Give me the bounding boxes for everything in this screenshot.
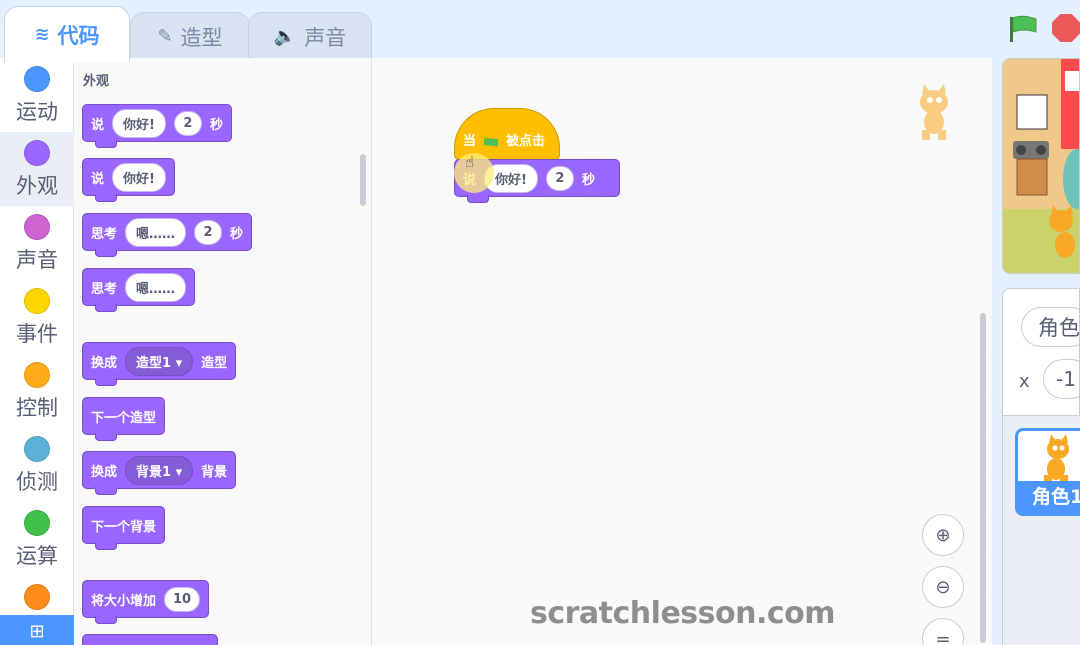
sprite-name-field[interactable]: 角色 [1021, 307, 1080, 347]
palette-section-title: 外观 [83, 74, 110, 89]
block-text-input[interactable]: 你好! [112, 162, 166, 192]
brush-icon: ✎ [157, 26, 173, 47]
tab-sounds[interactable]: 🔈 声音 [248, 12, 372, 60]
tab-code[interactable]: ≋ 代码 [4, 6, 130, 62]
block-text: 下一个造型 [91, 410, 157, 426]
block-text: 下一个背景 [91, 519, 157, 535]
hand-cursor-icon: ☝ [465, 153, 475, 171]
x-label: x [1019, 371, 1030, 392]
category-label: 外观 [16, 174, 58, 198]
zoom-in-icon: ⊕ [935, 524, 951, 546]
block-next-costume[interactable]: 下一个造型 [82, 397, 166, 441]
category-dot [24, 436, 50, 462]
block-say-for-secs[interactable]: 说 你好! 2 秒 [82, 104, 232, 148]
category-motion[interactable]: 运动 [0, 58, 74, 132]
category-dot [24, 214, 50, 240]
category-label: 侦测 [16, 470, 58, 494]
category-control[interactable]: 控制 [0, 354, 74, 428]
hat-text: 当 [463, 134, 477, 149]
block-next-backdrop[interactable]: 下一个背景 [82, 506, 166, 550]
zoom-reset-icon: = [935, 628, 951, 645]
block-number-input[interactable]: 2 [194, 219, 223, 245]
category-label: 事件 [16, 322, 58, 346]
block-text: 换成 [91, 355, 118, 371]
add-extension-button[interactable]: ⊞ [0, 615, 74, 645]
watermark: scratchlesson.com [530, 596, 836, 631]
zoom-out-button[interactable]: ⊖ [922, 566, 964, 608]
block-text: 秒 [230, 226, 244, 242]
block-text: 秒 [581, 172, 595, 188]
block-number-input[interactable]: 10 [164, 586, 201, 612]
block-switch-backdrop[interactable]: 换成 背景1 ▾ 背景 [82, 451, 237, 495]
block-switch-costume[interactable]: 换成 造型1 ▾ 造型 [82, 342, 237, 386]
sprite-list-pane: 角色1 [1002, 416, 1080, 645]
category-menu: 运动 外观 声音 事件 控制 侦测 运算 ⊞ [0, 58, 74, 645]
block-say[interactable]: 说 你好! [82, 158, 175, 202]
speaker-icon: 🔈 [273, 26, 297, 47]
category-events[interactable]: 事件 [0, 280, 74, 354]
category-label: 运算 [16, 544, 58, 568]
block-text: 说 [91, 117, 105, 133]
category-looks[interactable]: 外观 [0, 132, 74, 206]
block-text: 换成 [91, 464, 118, 480]
block-think[interactable]: 思考 嗯…… [82, 268, 196, 312]
block-text: 说 [91, 171, 105, 187]
category-label: 声音 [16, 248, 58, 272]
category-label: 运动 [16, 100, 58, 124]
green-flag-icon [484, 138, 499, 149]
code-icon: ≋ [34, 24, 50, 45]
script-area-scrollbar[interactable] [980, 313, 986, 643]
sprite-tile[interactable]: 角色1 [1015, 428, 1080, 516]
block-partial[interactable] [82, 634, 218, 645]
block-text-input[interactable]: 你好! [112, 108, 166, 138]
block-think-for-secs[interactable]: 思考 嗯…… 2 秒 [82, 213, 253, 257]
block-text: 背景 [201, 464, 228, 480]
category-dot [24, 362, 50, 388]
hat-text: 被点击 [506, 134, 546, 149]
block-number-input[interactable]: 2 [545, 165, 574, 191]
category-dot [24, 510, 50, 536]
tab-code-label: 代码 [57, 23, 100, 48]
zoom-reset-button[interactable]: = [922, 618, 964, 645]
category-dot [24, 140, 50, 166]
block-text: 将大小增加 [91, 593, 157, 609]
category-dot [24, 288, 50, 314]
sprite-info-panel: 角色 x -1 [1002, 288, 1080, 416]
current-sprite-icon [920, 84, 948, 140]
green-flag-button[interactable] [1008, 14, 1038, 44]
block-text: 思考 [91, 226, 118, 242]
category-sensing[interactable]: 侦测 [0, 428, 74, 502]
block-text: 秒 [209, 117, 223, 133]
block-change-size[interactable]: 将大小增加 10 [82, 580, 210, 624]
block-text-input[interactable]: 嗯…… [125, 217, 187, 247]
sprite-thumbnail-icon [1044, 434, 1069, 483]
block-number-input[interactable]: 2 [173, 110, 202, 136]
category-operators[interactable]: 运算 [0, 502, 74, 576]
block-text: 造型 [201, 355, 228, 371]
category-label: 控制 [16, 396, 58, 420]
backdrop-dropdown[interactable]: 背景1 ▾ [125, 455, 194, 485]
tab-costumes[interactable]: ✎ 造型 [130, 12, 250, 60]
tab-sounds-label: 声音 [304, 25, 347, 50]
script-area[interactable]: 当 被点击 说 你好! 2 秒 ☝ ⊕ ⊖ = scratchlesson.co… [372, 58, 992, 645]
block-text: 思考 [91, 281, 118, 297]
category-dot [24, 584, 50, 610]
zoom-in-button[interactable]: ⊕ [922, 514, 964, 556]
x-position-field[interactable]: -1 [1043, 359, 1080, 399]
block-text-input[interactable]: 嗯…… [125, 272, 187, 302]
category-sound[interactable]: 声音 [0, 206, 74, 280]
stage-canvas[interactable] [1002, 58, 1080, 274]
sprite-tile-label: 角色1 [1018, 481, 1080, 513]
palette-scrollbar[interactable] [360, 154, 366, 206]
stage-scene [1003, 59, 1079, 273]
block-palette: 外观 说 你好! 2 秒 说 你好! 思考 嗯…… 2 秒 思考 嗯…… 换成 … [74, 58, 372, 645]
costume-dropdown[interactable]: 造型1 ▾ [125, 346, 194, 376]
add-extension-icon: ⊞ [29, 621, 45, 642]
category-dot [24, 66, 50, 92]
tab-costumes-label: 造型 [180, 25, 223, 50]
zoom-out-icon: ⊖ [935, 576, 951, 598]
